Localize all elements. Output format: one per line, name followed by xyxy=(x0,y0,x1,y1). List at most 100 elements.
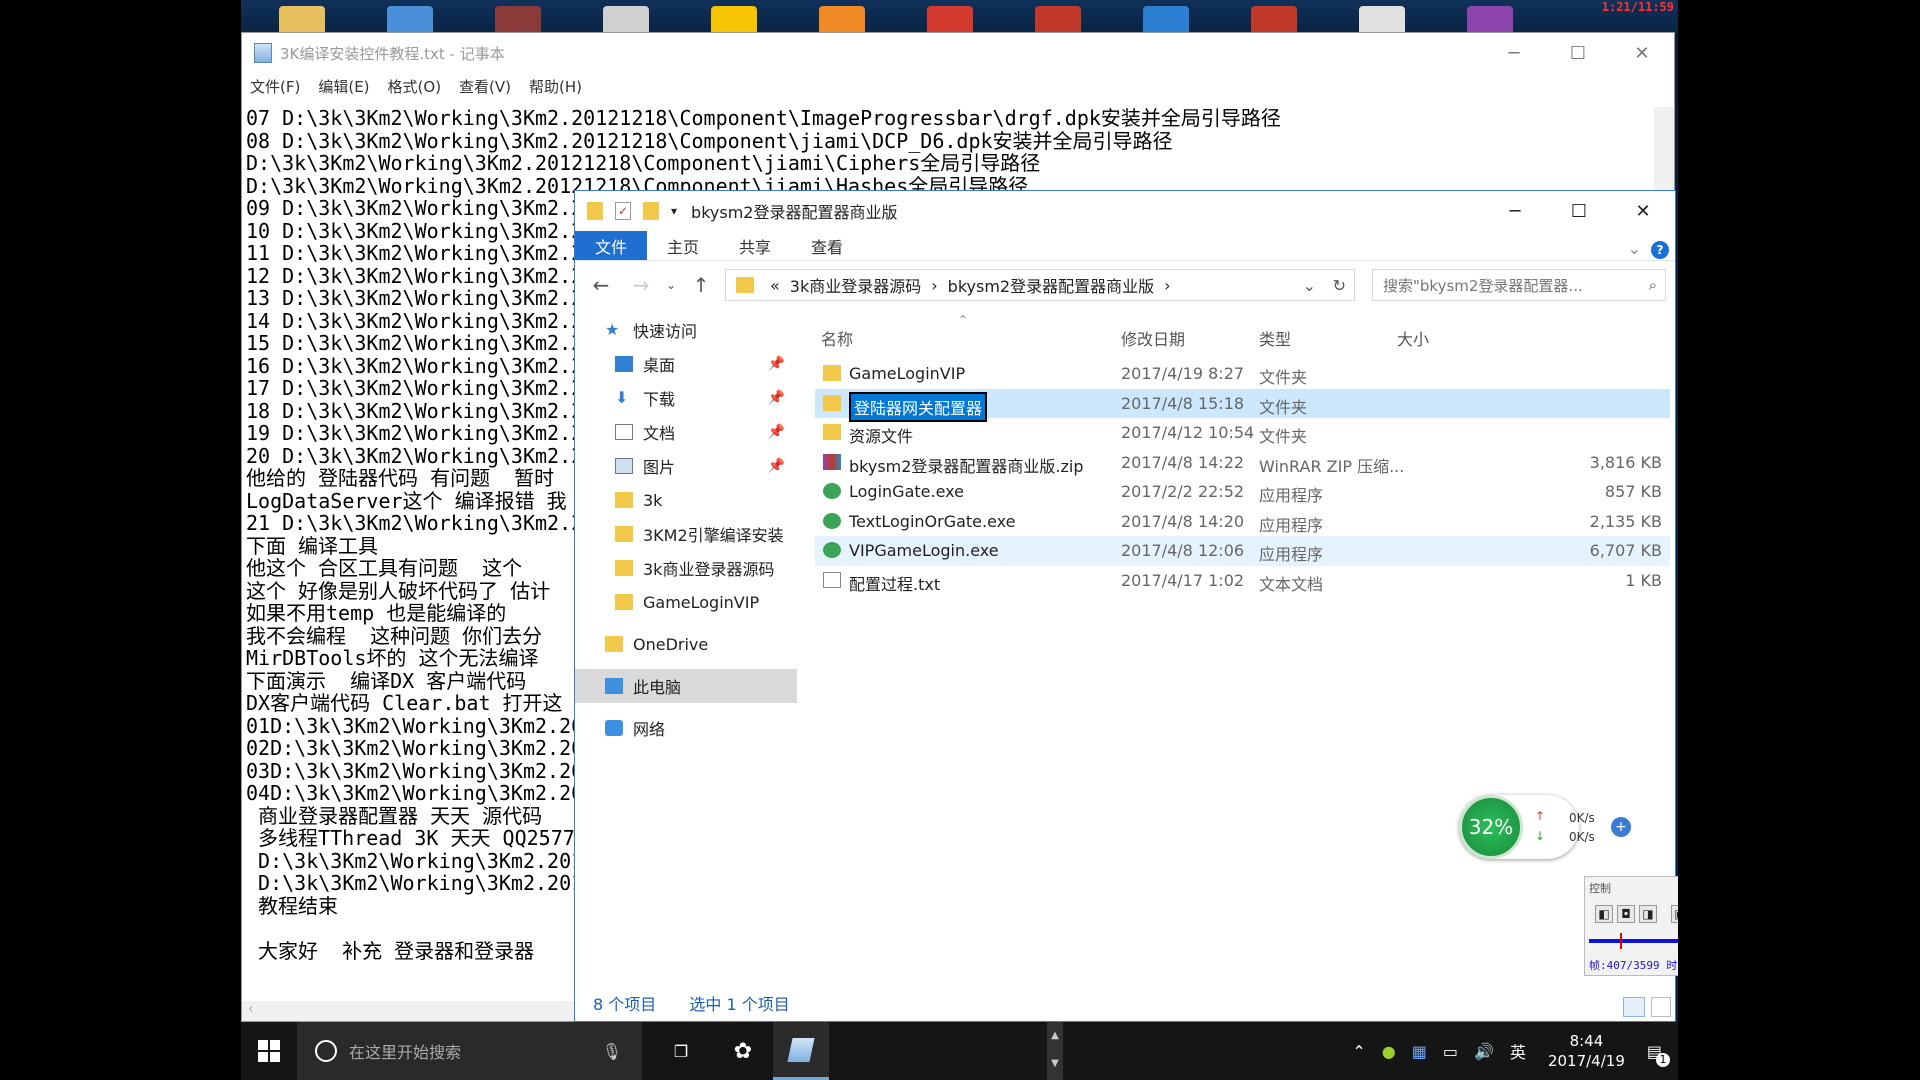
maximize-button[interactable]: ☐ xyxy=(1547,191,1611,231)
column-type[interactable]: 类型 xyxy=(1259,326,1291,350)
menu-edit[interactable]: 编辑(E) xyxy=(318,76,369,97)
desktop-shortcut-icon[interactable] xyxy=(1251,6,1297,32)
search-placeholder: 搜索"bkysm2登录器配置器... xyxy=(1383,276,1583,295)
fullscreen-button[interactable]: ▣ xyxy=(1671,905,1678,923)
nav-item[interactable]: 此电脑 xyxy=(575,669,797,703)
help-icon[interactable]: ? xyxy=(1651,241,1669,259)
desktop-shortcut-icon[interactable] xyxy=(387,6,433,32)
menu-file[interactable]: 文件(F) xyxy=(250,76,300,97)
refresh-icon[interactable]: ↻ xyxy=(1333,276,1346,295)
large-icons-view-icon[interactable] xyxy=(1651,997,1671,1017)
tab-file[interactable]: 文件 xyxy=(575,231,648,260)
tab-share[interactable]: 共享 xyxy=(719,231,791,260)
breadcrumb-item[interactable]: 3k商业登录器源码 xyxy=(790,273,921,297)
nav-item[interactable]: 桌面 📌 xyxy=(575,347,797,381)
details-view-icon[interactable] xyxy=(1623,997,1645,1017)
close-button[interactable]: ✕ xyxy=(1611,191,1675,231)
nav-item[interactable]: OneDrive xyxy=(575,627,797,661)
ribbon-expand-icon[interactable]: ⌄ xyxy=(1628,239,1641,258)
ime-indicator[interactable]: 英 xyxy=(1510,1039,1526,1063)
desktop-shortcut-icon[interactable] xyxy=(279,6,325,32)
minimize-button[interactable]: ─ xyxy=(1482,33,1546,73)
nav-item[interactable]: 3KM2引擎编译安装 xyxy=(575,517,797,551)
desktop-shortcut-icon[interactable] xyxy=(495,6,541,32)
microphone-icon[interactable]: 🎙 xyxy=(602,1042,622,1061)
network-icon[interactable]: ▭ xyxy=(1443,1042,1458,1061)
quick-access-dropdown-icon[interactable]: ▾ xyxy=(671,204,677,218)
address-dropdown-icon[interactable]: ⌄ xyxy=(1303,276,1316,295)
desktop-shortcut-icon[interactable] xyxy=(1467,6,1513,32)
new-folder-icon[interactable] xyxy=(643,202,659,220)
start-button[interactable] xyxy=(241,1022,297,1080)
volume-icon[interactable]: 🔊 xyxy=(1474,1042,1494,1061)
show-hidden-icons-icon[interactable]: ⌃ xyxy=(1352,1042,1365,1061)
column-date[interactable]: 修改日期 xyxy=(1121,326,1185,350)
nav-item[interactable]: 图片 📌 xyxy=(575,449,797,483)
search-input[interactable]: 搜索"bkysm2登录器配置器... ⌕ xyxy=(1372,269,1666,301)
desktop-shortcut-icon[interactable] xyxy=(1359,6,1405,32)
file-row[interactable]: TextLoginOrGate.exe 2017/4/8 14:20 应用程序 2,1… xyxy=(815,507,1670,537)
file-row[interactable]: 资源文件 2017/4/12 10:54 文件夹 xyxy=(815,418,1670,448)
file-date: 2017/4/17 1:02 xyxy=(1121,570,1245,590)
file-row[interactable]: 配置过程.txt 2017/4/17 1:02 文本文档 1 KB xyxy=(815,566,1670,596)
file-row[interactable]: VIPGameLogin.exe 2017/4/8 12:06 应用程序 6,707 … xyxy=(815,536,1670,566)
taskbar-scroll[interactable]: ▲ ▼ xyxy=(1047,1022,1063,1080)
forward-arrow-icon[interactable]: → xyxy=(621,273,661,297)
nav-item[interactable]: 文档 📌 xyxy=(575,415,797,449)
notification-center-icon[interactable]: ▤ 1 xyxy=(1647,1042,1670,1067)
nav-item[interactable]: ★ 快速访问 xyxy=(575,313,797,347)
minimize-button[interactable]: ─ xyxy=(1483,191,1547,231)
taskbar-search-box[interactable]: 在这里开始搜索 🎙 xyxy=(297,1022,642,1080)
nav-item[interactable]: 3k xyxy=(575,483,797,517)
tab-view[interactable]: 查看 xyxy=(791,231,863,260)
menu-help[interactable]: 帮助(H) xyxy=(529,76,582,97)
rename-input[interactable]: 登陆器网关配置器 xyxy=(849,391,988,422)
taskbar-search-placeholder: 在这里开始搜索 xyxy=(349,1043,462,1062)
menu-view[interactable]: 查看(V) xyxy=(459,76,511,97)
next-frame-button[interactable]: ◨ xyxy=(1639,905,1657,923)
playhead[interactable] xyxy=(1619,933,1622,949)
desktop-shortcut-icon[interactable] xyxy=(927,6,973,32)
tab-home[interactable]: 主页 xyxy=(647,231,719,260)
player-progress-bar[interactable] xyxy=(1589,939,1678,943)
nav-item[interactable]: 网络 xyxy=(575,711,797,745)
address-box[interactable]: « 3k商业登录器源码 › bkysm2登录器配置器商业版 › ⌄ ↻ xyxy=(725,269,1355,301)
desktop-shortcut-icon[interactable] xyxy=(1035,6,1081,32)
tray-app-icon[interactable]: ▦ xyxy=(1412,1042,1427,1061)
breadcrumb-overflow[interactable]: « xyxy=(770,276,780,295)
close-button[interactable]: ✕ xyxy=(1610,33,1674,73)
search-icon[interactable]: ⌕ xyxy=(1649,276,1657,294)
breadcrumb-separator[interactable]: › xyxy=(1164,276,1170,295)
tray-app-icon[interactable]: ● xyxy=(1382,1042,1396,1061)
desktop-shortcut-icon[interactable] xyxy=(1143,6,1189,32)
menu-format[interactable]: 格式(O) xyxy=(388,76,442,97)
file-row[interactable]: LoginGate.exe 2017/2/2 22:52 应用程序 857 KB xyxy=(815,477,1670,507)
network-speed-widget[interactable]: 32% ↑ ↓ 0K/s 0K/s + xyxy=(1459,795,1631,859)
prev-frame-button[interactable]: ◧ xyxy=(1595,905,1613,923)
back-arrow-icon[interactable]: ← xyxy=(581,273,621,297)
recent-dropdown-icon[interactable]: ⌄ xyxy=(661,278,681,292)
app-pinned-icon[interactable]: ✿ xyxy=(715,1022,771,1080)
notepad-taskbar-icon[interactable] xyxy=(773,1022,829,1080)
desktop-shortcut-icon[interactable] xyxy=(819,6,865,32)
clock[interactable]: 8:44 2017/4/19 xyxy=(1548,1031,1625,1071)
stop-button[interactable]: ◘ xyxy=(1617,905,1635,923)
nav-item[interactable]: GameLoginVIP xyxy=(575,585,797,619)
up-arrow-icon[interactable]: ↑ xyxy=(681,273,721,297)
file-row[interactable]: 登陆器网关配置器 2017/4/8 15:18 文件夹 xyxy=(815,388,1670,422)
column-size[interactable]: 大小 xyxy=(1397,326,1429,350)
breadcrumb-item[interactable]: bkysm2登录器配置器商业版 xyxy=(948,273,1154,297)
maximize-button[interactable]: ☐ xyxy=(1546,33,1610,73)
nav-item[interactable]: 3k商业登录器源码 xyxy=(575,551,797,585)
file-row[interactable]: bkysm2登录器配置器商业版.zip 2017/4/8 14:22 WinRAR … xyxy=(815,448,1670,478)
desktop-shortcut-icon[interactable] xyxy=(603,6,649,32)
breadcrumb-separator[interactable]: › xyxy=(931,276,937,295)
desktop-shortcut-icon[interactable] xyxy=(711,6,757,32)
add-icon[interactable]: + xyxy=(1611,817,1631,837)
task-view-button[interactable]: ❐ xyxy=(653,1022,709,1080)
nav-item[interactable]: ⬇ 下载 📌 xyxy=(575,381,797,415)
column-name[interactable]: 名称 xyxy=(821,326,853,350)
navigation-pane: ★ 快速访问 桌面 📌 ⬇ 下载 📌 文档 📌 图片 📌 3k 3KM2引擎编译安装 3k商业登录器源码 G… xyxy=(575,313,797,973)
properties-icon[interactable]: ✓ xyxy=(615,202,631,220)
file-row[interactable]: GameLoginVIP 2017/4/19 8:27 文件夹 xyxy=(815,359,1670,389)
